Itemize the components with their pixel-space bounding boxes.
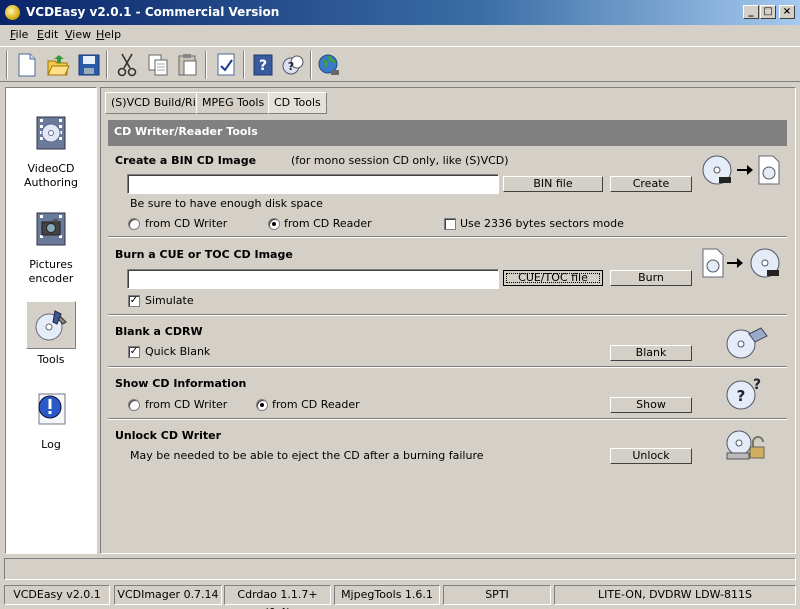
- title-bar: VCDEasy v2.0.1 - Commercial Version _ □ …: [0, 0, 800, 25]
- bin-section-title: Create a BIN CD Image: [115, 154, 257, 167]
- nav-label-tools: Tools: [37, 353, 65, 366]
- tab-mpeg-tools[interactable]: MPEG Tools: [196, 92, 271, 114]
- bin-radio-cd-reader[interactable]: [268, 218, 280, 230]
- maximize-button[interactable]: □: [760, 5, 776, 19]
- svg-text:?: ?: [753, 377, 761, 393]
- disc-tools-icon: [35, 310, 67, 341]
- toolbar-separator: [243, 51, 245, 79]
- toolbar: ? ?: [0, 46, 800, 82]
- simulate-checkbox[interactable]: ✓: [128, 295, 140, 307]
- close-button[interactable]: ×: [779, 5, 795, 19]
- menu-file[interactable]: File: [10, 28, 28, 41]
- mode-2336-checkbox[interactable]: [444, 218, 456, 230]
- burn-section-title: Burn a CUE or TOC CD Image: [115, 248, 293, 261]
- nav-pictures-encoder[interactable]: Pictures encoder: [6, 206, 96, 286]
- cd-eraser-icon: [723, 324, 769, 363]
- cd-to-image-icon: [701, 152, 785, 191]
- mode-2336-label: Use 2336 bytes sectors mode: [460, 217, 624, 230]
- blank-section-title: Blank a CDRW: [115, 325, 203, 338]
- nav-videocd-authoring[interactable]: VideoCD Authoring: [6, 110, 96, 190]
- menu-help[interactable]: Help: [96, 28, 121, 41]
- simulate-label: Simulate: [145, 294, 194, 307]
- minimize-button[interactable]: _: [743, 5, 759, 19]
- save-disk-icon[interactable]: [76, 51, 102, 79]
- divider: [108, 366, 787, 368]
- svg-text:?: ?: [288, 60, 294, 73]
- create-button[interactable]: Create: [610, 176, 692, 192]
- paste-clipboard-icon[interactable]: [175, 51, 201, 79]
- info-radio-cd-writer-label: from CD Writer: [145, 398, 228, 411]
- toolbar-separator: [310, 51, 312, 79]
- camera-film-icon: [36, 212, 66, 246]
- status-drive-name: LITE-ON, DVDRW LDW-811S: [554, 585, 796, 605]
- svg-text:?: ?: [737, 387, 746, 405]
- tab-cd-tools[interactable]: CD Tools: [268, 92, 327, 114]
- info-log-icon: [38, 393, 66, 425]
- blank-button[interactable]: Blank: [610, 345, 692, 361]
- nav-label-encoder: encoder: [28, 272, 74, 285]
- toolbar-separator: [205, 51, 207, 79]
- app-icon: [5, 5, 20, 20]
- bin-radio-cd-reader-label: from CD Reader: [284, 217, 372, 230]
- unlock-hint: May be needed to be able to eject the CD…: [130, 449, 484, 462]
- status-cdrdao-version: Cdrdao 1.1.7+ (0.4): [224, 585, 331, 609]
- main-panel: (S)VCD Build/Rip MPEG Tools CD Tools CD …: [100, 87, 796, 554]
- image-to-cd-icon: [701, 245, 785, 284]
- nav-label-videocd: VideoCD: [27, 162, 75, 175]
- cue-toc-path-input[interactable]: [127, 269, 499, 289]
- status-vcdimager-version: VCDImager 0.7.14: [114, 585, 222, 605]
- status-message-bar: [4, 558, 796, 580]
- bin-radio-cd-writer[interactable]: [128, 218, 140, 230]
- nav-label-pictures: Pictures: [29, 258, 73, 271]
- bin-file-path-input[interactable]: [127, 174, 499, 194]
- nav-tools[interactable]: Tools: [6, 301, 96, 367]
- menu-bar: File Edit View Help: [0, 25, 800, 45]
- cut-scissors-icon[interactable]: [114, 51, 140, 79]
- show-button[interactable]: Show: [610, 397, 692, 413]
- section-header: CD Writer/Reader Tools: [108, 120, 787, 146]
- check-document-icon[interactable]: [213, 51, 239, 79]
- info-section-title: Show CD Information: [115, 377, 247, 390]
- divider: [108, 314, 787, 316]
- cue-toc-file-button[interactable]: CUE/TOC file: [503, 270, 603, 286]
- svg-text:?: ?: [259, 58, 267, 74]
- menu-edit[interactable]: Edit: [37, 28, 58, 41]
- copy-icon[interactable]: [145, 51, 171, 79]
- bin-disk-space-hint: Be sure to have enough disk space: [130, 197, 323, 210]
- status-interface: SPTI: [443, 585, 551, 605]
- web-globe-icon[interactable]: [316, 51, 342, 79]
- unlock-button[interactable]: Unlock: [610, 448, 692, 464]
- open-folder-icon[interactable]: [45, 51, 71, 79]
- nav-label-log: Log: [41, 438, 61, 451]
- tab-svcd-build-rip[interactable]: (S)VCD Build/Rip: [105, 92, 209, 114]
- quick-blank-checkbox[interactable]: ✓: [128, 346, 140, 358]
- new-file-icon[interactable]: [14, 51, 40, 79]
- status-mjpegtools-version: MjpegTools 1.6.1: [334, 585, 440, 605]
- quick-blank-label: Quick Blank: [145, 345, 211, 358]
- divider: [108, 418, 787, 420]
- nav-log[interactable]: Log: [6, 386, 96, 452]
- toolbar-separator: [106, 51, 108, 79]
- toolbar-grip: [6, 51, 8, 79]
- film-disc-icon: [36, 116, 66, 150]
- window-title: VCDEasy v2.0.1 - Commercial Version: [26, 5, 280, 19]
- left-nav-panel: VideoCD Authoring Pictures encoder Tools…: [5, 87, 97, 554]
- cd-unlock-padlock-icon: [723, 427, 769, 466]
- unlock-section-title: Unlock CD Writer: [115, 429, 222, 442]
- divider: [108, 236, 787, 238]
- status-vcdeasy-version: VCDEasy v2.0.1: [4, 585, 110, 605]
- info-radio-cd-reader[interactable]: [256, 399, 268, 411]
- info-radio-cd-writer[interactable]: [128, 399, 140, 411]
- bin-radio-cd-writer-label: from CD Writer: [145, 217, 228, 230]
- cd-question-icon: ??: [723, 375, 769, 414]
- help-icon[interactable]: ?: [250, 51, 276, 79]
- menu-view[interactable]: View: [65, 28, 91, 41]
- context-help-icon[interactable]: ?: [280, 51, 306, 79]
- bin-file-button[interactable]: BIN file: [503, 176, 603, 192]
- bin-section-note: (for mono session CD only, like (S)VCD): [291, 154, 509, 167]
- burn-button[interactable]: Burn: [610, 270, 692, 286]
- nav-label-authoring: Authoring: [23, 176, 79, 189]
- info-radio-cd-reader-label: from CD Reader: [272, 398, 360, 411]
